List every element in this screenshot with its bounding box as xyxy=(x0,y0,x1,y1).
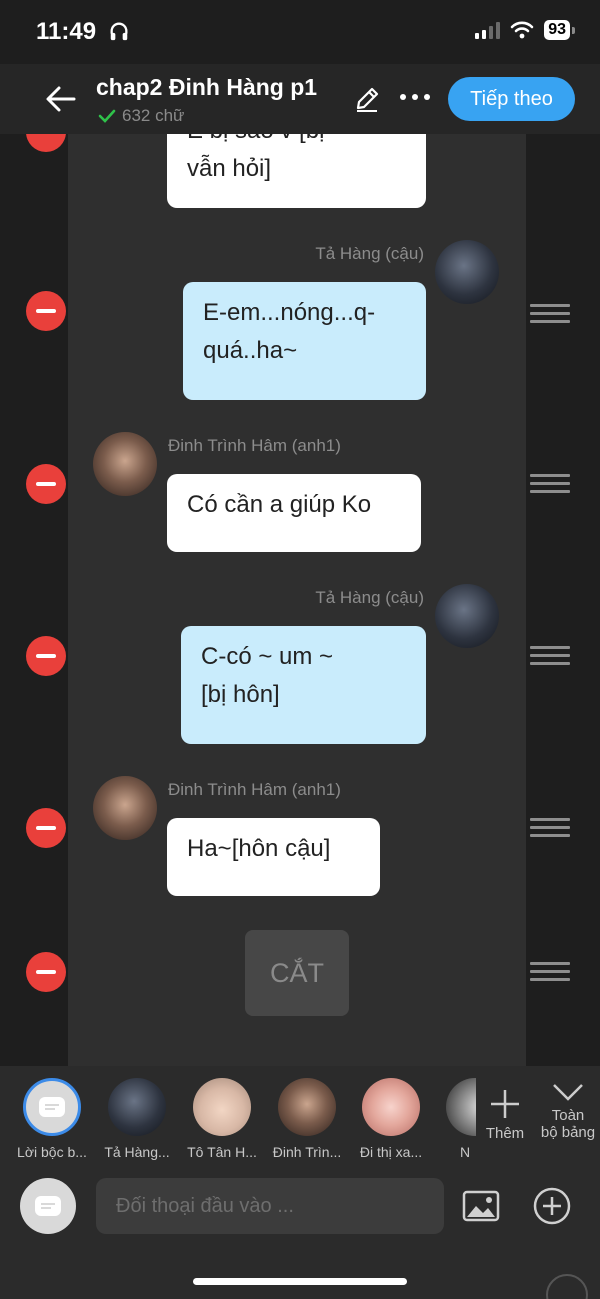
message-bubble[interactable]: E bị sao v [bị vẫn hỏi] xyxy=(167,134,426,208)
speaker-name: Tả Hàng (cậu) xyxy=(315,244,424,263)
speaker-name: Tả Hàng (cậu) xyxy=(315,588,424,607)
avatar xyxy=(362,1078,420,1136)
chat-area: E bị sao v [bị vẫn hỏi] Tả Hàng (cậu) E-… xyxy=(0,134,600,1066)
character-item[interactable]: Đi thị xa... xyxy=(351,1078,431,1160)
add-label: Thêm xyxy=(485,1125,525,1142)
character-narration[interactable]: Lời bộc b... xyxy=(12,1078,92,1160)
scroll-up-button[interactable] xyxy=(546,1274,588,1299)
avatar xyxy=(278,1078,336,1136)
wifi-icon xyxy=(510,21,534,39)
character-label: Lời bộc b... xyxy=(17,1144,87,1160)
message-text: vẫn hỏi] xyxy=(187,155,272,182)
next-button[interactable]: Tiếp theo xyxy=(448,77,575,121)
word-count: 632 chữ xyxy=(98,106,184,126)
character-item[interactable]: Tô Tân H... xyxy=(182,1078,262,1160)
expand-label-2: bộ bảng xyxy=(540,1124,596,1141)
battery-indicator: 93 xyxy=(544,20,575,40)
character-item[interactable]: Đinh Trìn... xyxy=(267,1078,347,1160)
add-circle-icon[interactable] xyxy=(532,1186,572,1226)
cut-divider[interactable]: CẮT xyxy=(245,930,349,1016)
avatar[interactable] xyxy=(435,240,499,304)
bottom-bar: Lời bộc b... Tả Hàng... Tô Tân H... Đinh… xyxy=(0,1066,600,1299)
message-text: E bị sao v [bị xyxy=(187,134,406,150)
character-label: Tả Hàng... xyxy=(104,1144,170,1160)
delete-message-button[interactable] xyxy=(26,291,66,331)
back-arrow-icon[interactable] xyxy=(44,82,78,116)
message-bubble[interactable]: C-có ~ um ~ [bị hôn] xyxy=(181,626,426,744)
check-icon xyxy=(98,109,116,123)
narration-toggle-button[interactable] xyxy=(20,1178,76,1234)
pencil-icon[interactable] xyxy=(352,84,382,114)
character-label: N xyxy=(460,1144,471,1160)
character-label: Đi thị xa... xyxy=(359,1144,423,1160)
message-text: Ha~[hôn cậu] xyxy=(187,835,331,862)
drag-handle-icon[interactable] xyxy=(530,646,570,666)
more-options-icon[interactable] xyxy=(400,94,430,100)
narration-avatar xyxy=(23,1078,81,1136)
home-indicator xyxy=(193,1278,407,1285)
character-label: Tô Tân H... xyxy=(187,1144,257,1160)
avatar xyxy=(108,1078,166,1136)
message-text: Có cần a giúp Ko xyxy=(187,491,372,518)
plus-icon xyxy=(491,1090,519,1118)
avatar xyxy=(446,1078,476,1136)
message-icon xyxy=(35,1196,61,1216)
expand-board-button[interactable]: Toàn bộ bảng xyxy=(536,1082,600,1141)
character-label: Đinh Trìn... xyxy=(272,1144,342,1160)
input-row xyxy=(0,1178,600,1238)
character-picker: Lời bộc b... Tả Hàng... Tô Tân H... Đinh… xyxy=(0,1078,600,1178)
header: chap2 Đinh Hàng p1 632 chữ Tiếp theo xyxy=(0,64,600,134)
message-text: [bị hôn] xyxy=(201,681,280,708)
message-text: C-có ~ um ~ xyxy=(201,643,334,670)
speaker-name: Đinh Trình Hâm (anh1) xyxy=(168,780,341,799)
message-text: E-em...nóng...q- xyxy=(203,299,376,326)
message-text: quá..ha~ xyxy=(203,337,298,364)
avatar[interactable] xyxy=(435,584,499,648)
avatar[interactable] xyxy=(93,432,157,496)
page-title: chap2 Đinh Hàng p1 xyxy=(96,74,318,100)
dialogue-input[interactable] xyxy=(96,1178,444,1234)
add-character-button[interactable]: Thêm xyxy=(480,1088,530,1142)
delete-message-button[interactable] xyxy=(26,636,66,676)
image-icon[interactable] xyxy=(462,1190,500,1222)
word-count-text: 632 chữ xyxy=(122,106,185,125)
character-item[interactable]: Tả Hàng... xyxy=(97,1078,177,1160)
speaker-name: Đinh Trình Hâm (anh1) xyxy=(168,436,341,455)
drag-handle-icon[interactable] xyxy=(530,304,570,324)
chevron-down-icon xyxy=(553,1084,583,1101)
signal-icon xyxy=(475,21,501,39)
character-item[interactable]: N xyxy=(436,1078,476,1160)
delete-message-button[interactable] xyxy=(26,134,66,152)
expand-label-1: Toàn xyxy=(551,1107,585,1124)
drag-handle-icon[interactable] xyxy=(530,818,570,838)
message-bubble[interactable]: Ha~[hôn cậu] xyxy=(167,818,380,896)
delete-message-button[interactable] xyxy=(26,808,66,848)
drag-handle-icon[interactable] xyxy=(530,474,570,494)
message-bubble[interactable]: Có cần a giúp Ko xyxy=(167,474,421,552)
avatar xyxy=(193,1078,251,1136)
drag-handle-icon[interactable] xyxy=(530,962,570,982)
headphones-icon xyxy=(110,22,128,41)
status-bar: 11:49 93 xyxy=(0,0,600,64)
delete-message-button[interactable] xyxy=(26,464,66,504)
avatar[interactable] xyxy=(93,776,157,840)
status-time: 11:49 xyxy=(36,18,97,45)
message-bubble[interactable]: E-em...nóng...q- quá..ha~ xyxy=(183,282,426,400)
message-icon xyxy=(39,1097,65,1117)
delete-message-button[interactable] xyxy=(26,952,66,992)
